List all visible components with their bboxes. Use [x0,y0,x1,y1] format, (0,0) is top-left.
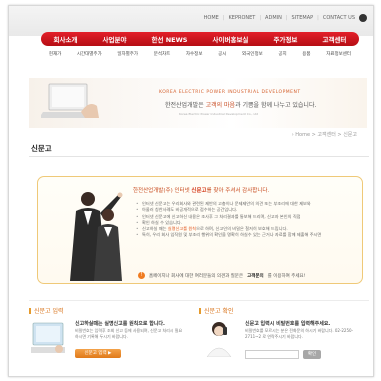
phone-woman-image [206,322,232,357]
greeting: 한전산업개발(주) 인터넷 신문고를 찾아 주셔서 감사합니다. [133,188,270,194]
hero-korean: 한전산업개발은 고객의 마음과 기쁨을 함께 나누고 있습니다. [165,102,317,109]
section-text: 비밀번호는 입력후 조회 신고 등에 사용되며, 신문고 처리시 필요하시면 기… [75,328,183,339]
sub-nav-item[interactable]: 자료정보센터 [326,51,351,57]
circle-icon [359,14,367,22]
sub-nav-item[interactable]: 시간대별주가 [77,51,102,57]
bullet-list: 인터넷 신문고는 우리회사와 관련된 제반의 고충이나 문제제안의 의견 또는 … [136,201,354,239]
page-frame: HOME | KEPRONET | ADMIN | SITEMAP | CONTACT … [8,5,374,377]
top-link-kepronet[interactable]: KEPRONET [229,15,256,21]
sub-nav-item[interactable]: 현재가 [49,51,61,57]
section-check: 신문고 확인 신문고 입력시 비밀번호를 입력해주세요. 비밀번호를 모르시는 … [199,306,364,366]
top-link-home[interactable]: HOME [204,15,219,21]
laptop-image [41,83,99,118]
hero-english: KOREA ELECTRIC POWER INDUSTRIAL DEVELOPM… [159,90,301,95]
section-title: 신문고 확인 [199,306,234,315]
main-nav-company[interactable]: 회사소개 [54,34,78,44]
sub-nav-item[interactable]: 공지 [278,51,286,57]
business-people-image [70,192,123,281]
sub-nav-item[interactable]: 용품 [302,51,310,57]
section-title: 신문고 입력 [29,306,64,315]
sub-nav-item[interactable]: 외국인정보 [242,51,263,57]
main-nav-customer[interactable]: 고객센터 [322,34,346,44]
divider [29,300,369,301]
hero-banner: KOREA ELECTRIC POWER INDUSTRIAL DEVELOPM… [29,78,367,128]
main-nav: 회사소개 사업분야 한선 NEWS 사이버홍보실 주가정보 고객센터 [41,32,359,46]
main-nav-pr[interactable]: 사이버홍보실 [213,34,249,44]
main-nav-business[interactable]: 사업분야 [103,34,127,44]
section-heading: 신고하실때는 실명신고를 원칙으로 합니다. [75,321,165,327]
main-nav-news[interactable]: 한선 NEWS [152,34,188,44]
info-icon: ! [138,272,145,279]
list-item: 특히, 우리 회사 임직원 및 부조리 행위의 확인을 명확히 하실수 있는 근… [136,232,354,239]
password-input[interactable] [245,350,299,359]
section-heading: 신문고 입력시 비밀번호를 입력해주세요. [245,321,331,327]
main-nav-stock[interactable]: 주가정보 [273,34,297,44]
hero-small-text: Korea Electric Power Industrial Developm… [179,112,259,116]
divider [29,156,369,157]
sub-nav: 현재가 시간대별주가 일자별주가 분석차트 자수정보 공시 외국인정보 공지 용… [41,49,359,59]
confirm-button[interactable]: 확인 [303,350,321,359]
customer-inquiry-link[interactable]: 고객문의 [247,273,264,279]
top-links: HOME | KEPRONET | ADMIN | SITEMAP | CONTACT … [203,15,355,21]
section-text: 비밀번호를 모르시는 분은 전화문의 하시기 바랍니다. 02-2250-271… [245,328,354,339]
sub-nav-item[interactable]: 일자별주가 [117,51,138,57]
sub-nav-item[interactable]: 분석차트 [154,51,171,57]
top-link-sitemap[interactable]: SITEMAP [292,15,314,21]
sub-nav-item[interactable]: 자수정보 [186,51,203,57]
notice: ! 홈페이지나 회사에 대한 여러분들의 의견과 질문은 고객문의 를 이용하여 주… [138,272,305,279]
page-title: 신문고 [31,144,52,153]
input-button[interactable]: 신문고 입력 ▶ [75,349,121,358]
sub-nav-item[interactable]: 공시 [218,51,226,57]
info-box: 한전산업개발(주) 인터넷 신문고를 찾아 주셔서 감사합니다. 인터넷 신문고… [37,176,363,284]
top-link-admin[interactable]: ADMIN [265,15,282,21]
computer-image [31,322,65,353]
breadcrumb: › Home > 고객센터 > 신문고 [291,132,357,138]
section-input: 신문고 입력 신고하실때는 실명신고를 원칙으로 합니다. 비밀번호는 입력후 … [29,306,194,366]
top-link-contact[interactable]: CONTACT US [323,15,355,21]
